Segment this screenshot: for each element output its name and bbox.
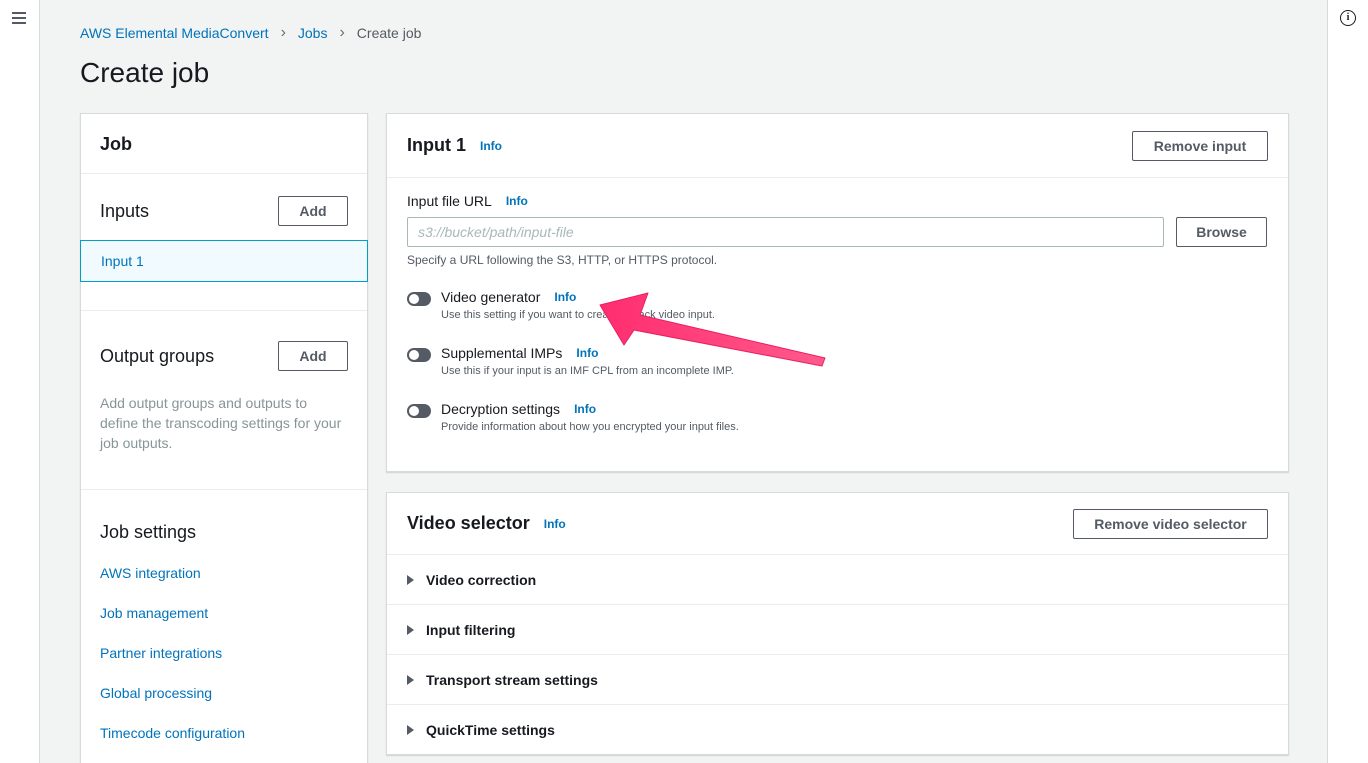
nav-item-input-1[interactable]: Input 1 (80, 240, 368, 282)
input-panel-body: Input file URL Info Browse Specify a URL… (387, 178, 1288, 433)
video-generator-info-link[interactable]: Info (554, 290, 576, 304)
expander-label: Input filtering (426, 621, 516, 638)
add-output-group-button[interactable]: Add (278, 341, 348, 371)
input-panel: Input 1 Info Remove input Input file URL… (386, 113, 1289, 472)
supplemental-imps-toggle[interactable] (407, 348, 431, 362)
video-selector-panel: Video selector Info Remove video selecto… (386, 492, 1289, 755)
page-title: Create job (80, 57, 210, 88)
job-settings-section: Job settings AWS integration Job managem… (81, 490, 367, 763)
expander-label: QuickTime settings (426, 722, 555, 738)
breadcrumb-jobs[interactable]: Jobs (298, 25, 328, 41)
toggle-row-supplemental-imps: Supplemental IMPs Info Use this if your … (407, 345, 1268, 377)
input-url-field[interactable] (407, 217, 1164, 247)
input-url-hint: Specify a URL following the S3, HTTP, or… (407, 253, 718, 267)
nav-link-timecode-configuration[interactable]: Timecode configuration (81, 723, 367, 763)
supplemental-imps-description: Use this if your input is an IMF CPL fro… (441, 365, 734, 377)
expander-label: Transport stream settings (426, 671, 598, 688)
decryption-settings-description: Provide information about how you encryp… (441, 421, 739, 433)
output-groups-title: Output groups (100, 345, 215, 366)
remove-video-selector-button[interactable]: Remove video selector (1073, 508, 1268, 539)
job-nav-panel: Job Inputs Add Input 1 Output groups Add… (80, 113, 368, 763)
chevron-right-icon: › (280, 24, 286, 41)
input-url-label-text: Input file URL (407, 193, 492, 209)
chevron-right-icon: › (339, 24, 345, 41)
breadcrumb: AWS Elemental MediaConvert › Jobs › Crea… (80, 24, 421, 42)
toggle-row-decryption-settings: Decryption settings Info Provide informa… (407, 401, 1268, 433)
inputs-title: Inputs (100, 200, 150, 221)
video-selector-header: Video selector Info Remove video selecto… (387, 493, 1288, 555)
breadcrumb-mediaconvert[interactable]: AWS Elemental MediaConvert (80, 25, 269, 41)
inputs-section: Inputs Add Input 1 (80, 174, 368, 282)
left-rail (0, 0, 40, 763)
toggle-row-video-generator: Video generator Info Use this setting if… (407, 289, 1268, 321)
job-settings-title: Job settings (100, 522, 197, 542)
video-generator-toggle[interactable] (407, 292, 431, 306)
video-generator-label: Video generator (441, 289, 541, 305)
decryption-settings-toggle[interactable] (407, 404, 431, 418)
expander-quicktime-settings[interactable]: QuickTime settings (387, 705, 1288, 755)
video-generator-description: Use this setting if you want to create a… (441, 309, 715, 321)
input-url-info-link[interactable]: Info (506, 194, 528, 208)
input-panel-header: Input 1 Info Remove input (387, 114, 1288, 178)
input-url-row: Browse (407, 217, 1268, 247)
info-panel-icon[interactable]: i (1340, 10, 1356, 26)
supplemental-imps-info-link[interactable]: Info (576, 346, 598, 360)
expander-video-correction[interactable]: Video correction (387, 555, 1288, 605)
job-header: Job (81, 114, 367, 174)
caret-right-icon (407, 725, 414, 735)
menu-icon[interactable] (12, 12, 26, 24)
expander-transport-stream-settings[interactable]: Transport stream settings (387, 655, 1288, 705)
input-info-link[interactable]: Info (480, 139, 502, 153)
video-selector-info-link[interactable]: Info (544, 517, 566, 531)
remove-input-button[interactable]: Remove input (1132, 130, 1268, 161)
caret-right-icon (407, 574, 414, 585)
nav-link-global-processing[interactable]: Global processing (81, 683, 367, 723)
decryption-settings-label: Decryption settings (441, 401, 561, 417)
caret-right-icon (407, 674, 414, 685)
nav-link-partner-integrations[interactable]: Partner integrations (81, 643, 367, 683)
input-panel-title: Input 1 (407, 135, 466, 155)
breadcrumb-current: Create job (356, 25, 422, 41)
input-url-label: Input file URL Info (407, 193, 1268, 209)
supplemental-imps-label: Supplemental IMPs (441, 345, 563, 361)
add-input-button[interactable]: Add (278, 196, 348, 226)
video-selector-title: Video selector (407, 513, 530, 533)
expander-label: Video correction (426, 571, 537, 588)
caret-right-icon (407, 624, 414, 635)
expander-input-filtering[interactable]: Input filtering (387, 605, 1288, 655)
decryption-settings-info-link[interactable]: Info (574, 402, 596, 416)
output-groups-section: Output groups Add Add output groups and … (81, 311, 367, 453)
nav-link-job-management[interactable]: Job management (81, 603, 367, 643)
right-rail: i (1327, 0, 1368, 763)
nav-link-aws-integration[interactable]: AWS integration (81, 563, 367, 603)
browse-button[interactable]: Browse (1176, 217, 1267, 247)
output-groups-description: Add output groups and outputs to define … (100, 395, 342, 451)
